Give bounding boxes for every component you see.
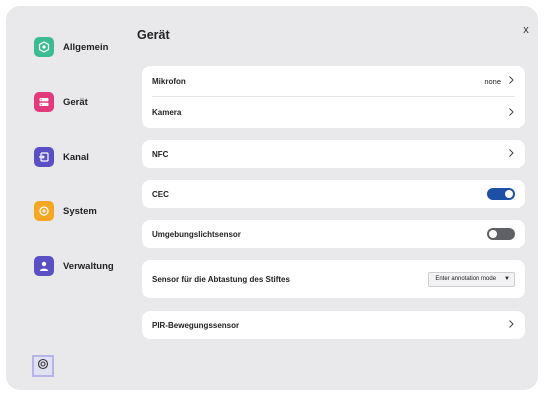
pir-row[interactable]: PIR-Bewegungssensor xyxy=(142,311,525,339)
stift-row: Sensor für die Abtastung des Stiftes Ent… xyxy=(142,260,525,298)
cec-row: CEC xyxy=(142,180,525,208)
kamera-label: Kamera xyxy=(152,108,182,117)
cec-card: CEC xyxy=(142,180,525,208)
sidebar-item-verwaltung[interactable]: Verwaltung xyxy=(34,254,114,278)
sidebar-item-label: Gerät xyxy=(63,96,88,108)
mikrofon-row[interactable]: Mikrofon none xyxy=(142,66,525,96)
chevron-right-icon xyxy=(507,104,515,122)
cec-label: CEC xyxy=(152,189,169,199)
umgebung-toggle[interactable] xyxy=(487,228,515,240)
sidebar-item-system[interactable]: System xyxy=(34,199,97,223)
sidebar-item-label: Allgemein xyxy=(63,41,109,53)
sidebar-item-label: System xyxy=(63,205,97,217)
mikrofon-value: none xyxy=(484,76,501,86)
nfc-label: NFC xyxy=(152,149,169,159)
page-title: Gerät xyxy=(137,28,170,42)
nfc-card: NFC xyxy=(142,140,525,168)
chevron-right-icon xyxy=(507,145,515,163)
sidebar-item-label: Kanal xyxy=(63,151,89,163)
sidebar-item-geraet[interactable]: Gerät xyxy=(34,90,88,114)
sidebar-item-label: Verwaltung xyxy=(63,260,114,272)
triangle-down-icon: ▼ xyxy=(504,276,510,282)
pir-label: PIR-Bewegungssensor xyxy=(152,320,240,330)
settings-button[interactable] xyxy=(32,355,54,377)
sidebar-item-kanal[interactable]: Kanal xyxy=(34,145,89,169)
device-icon xyxy=(34,92,54,112)
chevron-right-icon xyxy=(507,72,515,90)
close-button[interactable]: x xyxy=(519,23,533,37)
stift-label: Sensor für die Abtastung des Stiftes xyxy=(152,274,290,284)
pir-card: PIR-Bewegungssensor xyxy=(142,311,525,339)
general-icon xyxy=(34,37,54,57)
system-icon xyxy=(34,201,54,221)
stift-select[interactable]: Enter annotation mode ▼ xyxy=(428,271,515,287)
mic-camera-card: Mikrofon none Kamera xyxy=(142,66,525,128)
umgebung-row: Umgebungslichtsensor xyxy=(142,220,525,248)
kamera-row[interactable]: Kamera xyxy=(142,97,525,128)
cec-toggle[interactable] xyxy=(487,188,515,200)
sidebar-item-allgemein[interactable]: Allgemein xyxy=(34,35,108,59)
mikrofon-label: Mikrofon xyxy=(152,76,186,86)
umgebung-card: Umgebungslichtsensor xyxy=(142,220,525,248)
nfc-row[interactable]: NFC xyxy=(142,140,525,168)
stift-card: Sensor für die Abtastung des Stiftes Ent… xyxy=(142,260,525,298)
gear-icon xyxy=(37,357,49,375)
umgebung-label: Umgebungslichtsensor xyxy=(152,229,241,239)
stift-select-value: Enter annotation mode xyxy=(435,276,497,282)
chevron-right-icon xyxy=(507,316,515,334)
user-icon xyxy=(34,256,54,276)
input-source-icon xyxy=(34,147,54,167)
